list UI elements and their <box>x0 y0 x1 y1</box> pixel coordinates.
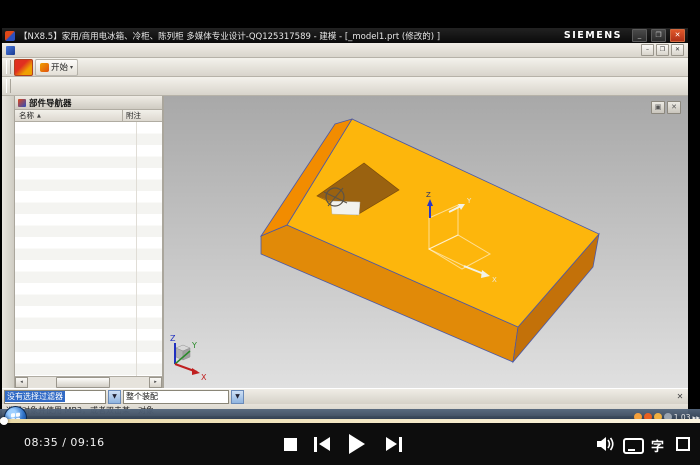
close-button[interactable]: ✕ <box>670 29 685 42</box>
sort-ascending-icon: ▲ <box>37 113 41 119</box>
subtitle-button[interactable]: 字 <box>651 436 664 455</box>
menu-bar: – ❐ ✕ <box>2 43 688 58</box>
next-button[interactable] <box>386 437 404 452</box>
panel-title: 部件导航器 <box>29 97 72 109</box>
view-triad: Z Y X <box>170 334 207 382</box>
view-close-icon[interactable]: ✕ <box>667 101 681 114</box>
title-bar: 【NX8.5】家用/商用电冰箱、冷柜、陈列柜 多媒体专业设计-QQ1253175… <box>2 28 688 43</box>
3d-viewport[interactable]: ▣ ✕ <box>164 96 688 388</box>
selection-filter-value: 没有选择过滤器 <box>5 391 65 402</box>
standard-toolbar: 开始 ▾ <box>2 58 688 77</box>
nx-application-window: 【NX8.5】家用/商用电冰箱、冷柜、陈列柜 多媒体专业设计-QQ1253175… <box>2 28 688 412</box>
csys-y-label: Y <box>466 197 472 205</box>
triad-y-label: Y <box>191 341 197 350</box>
feature-toolbar <box>2 77 688 96</box>
stop-button[interactable] <box>284 438 297 451</box>
time-display: 08:35 / 09:16 <box>24 436 105 449</box>
tree-column-header: 名称 ▲ 附注 <box>15 110 162 122</box>
horizontal-scrollbar[interactable]: ◂ ▸ <box>15 376 162 388</box>
triad-z-label: Z <box>170 334 176 343</box>
video-frame: 【NX8.5】家用/商用电冰箱、冷柜、陈列柜 多媒体专业设计-QQ1253175… <box>0 0 700 465</box>
progress-playhead[interactable] <box>0 417 8 425</box>
scrollbar-thumb[interactable] <box>56 377 110 388</box>
filter-dropdown-arrow-icon[interactable]: ▼ <box>108 390 121 404</box>
column-name[interactable]: 名称 ▲ <box>15 110 122 121</box>
doc-minimize-button[interactable]: – <box>641 44 654 56</box>
scope-dropdown-arrow-icon[interactable]: ▼ <box>231 390 244 404</box>
start-menu-icon <box>40 63 49 72</box>
volume-icon[interactable] <box>596 436 616 452</box>
previous-button[interactable] <box>314 437 332 452</box>
play-button[interactable] <box>349 434 365 454</box>
theater-mode-icon[interactable] <box>623 438 644 454</box>
column-name-label: 名称 <box>19 110 34 121</box>
column-note[interactable]: 附注 <box>122 110 141 121</box>
triad-x-label: X <box>201 373 207 382</box>
chevron-down-icon: ▾ <box>70 64 73 71</box>
selection-scope-dropdown[interactable]: 整个装配 <box>123 390 229 404</box>
minimize-button[interactable]: _ <box>632 29 647 42</box>
progress-played <box>0 419 700 423</box>
start-menu-label: 开始 <box>51 61 68 73</box>
toolbar-grip[interactable] <box>6 60 11 74</box>
3d-part-model: Z Y X <box>164 96 688 388</box>
document-window-icon[interactable] <box>6 46 15 55</box>
scroll-left-icon[interactable]: ◂ <box>15 377 28 388</box>
doc-restore-button[interactable]: ❐ <box>656 44 669 56</box>
view-restore-icon[interactable]: ▣ <box>651 101 665 114</box>
doc-close-button[interactable]: ✕ <box>671 44 684 56</box>
resource-bar <box>2 96 15 388</box>
selection-filter-dropdown[interactable]: 没有选择过滤器 <box>4 390 106 404</box>
toolbar-close-icon[interactable]: ✕ <box>674 391 686 403</box>
csys-x-label: X <box>492 276 497 284</box>
toolbar-grip[interactable] <box>6 79 11 93</box>
video-progress-bar[interactable] <box>0 419 700 423</box>
nx-app-icon <box>5 31 15 41</box>
start-menu-button[interactable]: 开始 ▾ <box>35 59 78 76</box>
csys-z-label: Z <box>426 191 431 199</box>
nx-logo-icon <box>14 59 33 76</box>
window-title: 【NX8.5】家用/商用电冰箱、冷柜、陈列柜 多媒体专业设计-QQ1253175… <box>19 30 560 42</box>
selection-bar: 没有选择过滤器 ▼ 整个装配 ▼ ✕ <box>2 388 688 404</box>
part-navigator-panel: 部件导航器 名称 ▲ 附注 ◂ ▸ <box>15 96 164 388</box>
part-navigator-icon <box>18 99 26 107</box>
panel-header: 部件导航器 <box>15 96 162 110</box>
fullscreen-icon[interactable] <box>676 437 690 451</box>
feature-tree <box>15 122 162 376</box>
selection-scope-value: 整个装配 <box>124 391 160 402</box>
siemens-logo: SIEMENS <box>564 30 622 41</box>
scroll-right-icon[interactable]: ▸ <box>149 377 162 388</box>
video-player-controls: 08:35 / 09:16 字 <box>0 423 700 465</box>
restore-button[interactable]: ❐ <box>651 29 666 42</box>
